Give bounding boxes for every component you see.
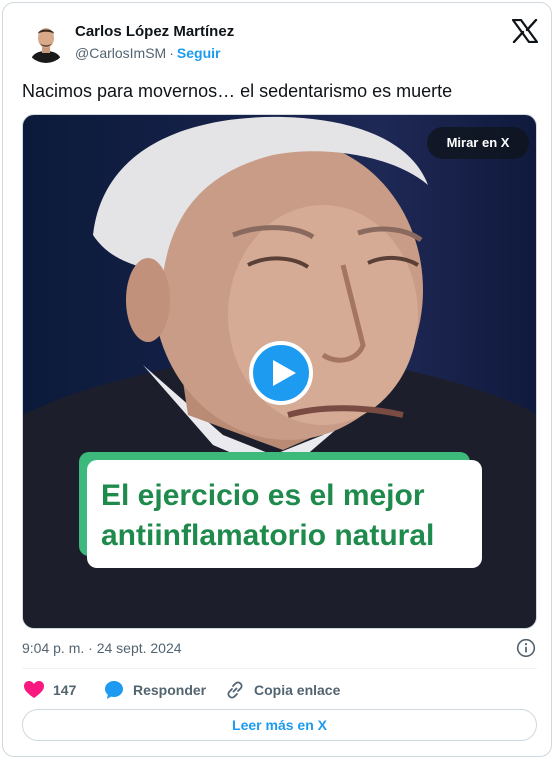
watch-on-x-button[interactable]: Mirar en X (427, 127, 529, 159)
caption-line-1: El ejercicio es el mejor (101, 479, 425, 512)
author-meta-line: @CarlosImSM · Seguir (75, 45, 220, 61)
reply-bubble-icon (105, 681, 123, 699)
link-icon (227, 681, 243, 699)
embedded-tweet-card: Carlos López Martínez @CarlosImSM · Seguir… (2, 2, 552, 757)
reply-button[interactable]: Responder (104, 679, 206, 701)
play-icon (273, 360, 296, 386)
author-handle[interactable]: @CarlosImSM (75, 45, 166, 61)
x-logo-icon[interactable] (511, 18, 539, 44)
caption-line-2: antiinflamatorio natural (101, 519, 435, 552)
tweet-timestamp[interactable]: 9:04 p. m. · 24 sept. 2024 (22, 640, 182, 656)
play-button[interactable] (249, 341, 313, 405)
author-name[interactable]: Carlos López Martínez (75, 23, 234, 40)
copy-link-label: Copia enlace (254, 682, 341, 698)
video-caption: El ejercicio es el mejor antiinflamatori… (87, 460, 482, 568)
copy-link-button[interactable]: Copia enlace (225, 679, 340, 701)
info-icon[interactable] (516, 638, 536, 658)
tweet-video[interactable]: Mirar en X El ejercicio es el mejor anti… (22, 114, 537, 629)
like-button[interactable]: 147 (24, 679, 76, 701)
like-count: 147 (53, 682, 77, 698)
heart-icon (24, 681, 44, 698)
follow-button[interactable]: Seguir (177, 45, 221, 61)
tweet-text: Nacimos para movernos… el sedentarismo e… (22, 81, 453, 101)
separator-dot: · (169, 45, 174, 61)
read-more-button[interactable]: Leer más en X (22, 709, 537, 741)
reply-label: Responder (133, 682, 207, 698)
avatar[interactable] (25, 21, 67, 63)
footer-divider (22, 668, 537, 669)
